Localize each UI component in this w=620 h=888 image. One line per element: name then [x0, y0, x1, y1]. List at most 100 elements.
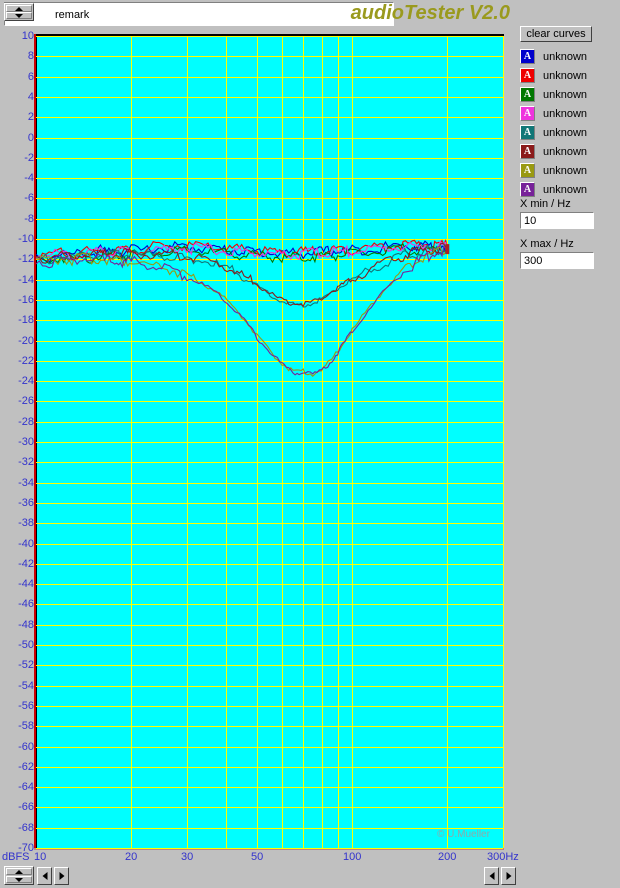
- x-min-label: X min / Hz: [520, 198, 571, 210]
- legend-row[interactable]: Aunknown: [520, 124, 616, 143]
- y-axis-tick-label: -28: [18, 415, 34, 428]
- curve-trace: [36, 246, 448, 377]
- legend-row[interactable]: Aunknown: [520, 143, 616, 162]
- curve-color-swatch[interactable]: A: [520, 68, 535, 83]
- y-scale-spinner-down[interactable]: [6, 876, 32, 883]
- y-axis-tick-label: -32: [18, 456, 34, 469]
- y-axis-tick-label: -30: [18, 436, 34, 448]
- y-axis-tick-label: -44: [18, 578, 34, 591]
- y-axis-tick-label: -2: [24, 151, 34, 164]
- x-axis-tick-label: 20: [125, 851, 138, 863]
- y-axis-tick-label: -34: [18, 476, 34, 489]
- y-axis-tick-label: -18: [18, 314, 34, 327]
- y-axis-tick-label: -54: [18, 679, 34, 692]
- y-axis-tick-label: -10: [18, 233, 34, 245]
- legend-label: unknown: [543, 108, 588, 120]
- audiotester-window: remark audioTester V2.0 © U.Mueller 10 8 6…: [0, 0, 620, 888]
- arrow-right-icon: [506, 872, 511, 880]
- y-axis-tick-label: -58: [18, 720, 34, 733]
- remark-spinner-up[interactable]: [6, 5, 32, 12]
- curve-color-swatch[interactable]: A: [520, 125, 535, 140]
- arrow-left-icon: [489, 872, 494, 880]
- copyright-text: © U.Mueller: [437, 829, 490, 840]
- curve-color-swatch[interactable]: A: [520, 106, 535, 121]
- y-axis-tick-label: -22: [18, 354, 34, 367]
- y-axis-tick-label: -12: [18, 253, 34, 266]
- gridline-horizontal: [36, 848, 503, 849]
- y-scale-spinner-up[interactable]: [6, 868, 32, 875]
- y-axis-tick-label: -48: [18, 618, 34, 631]
- y-axis-tick-label: -36: [18, 496, 34, 509]
- legend-label: unknown: [543, 184, 588, 196]
- chart-y-axis-title: dBFS: [2, 851, 30, 863]
- y-axis-tick-label: -24: [18, 375, 34, 388]
- y-scroll-left-button[interactable]: [37, 867, 52, 885]
- x-axis-tick-label: 100: [343, 851, 362, 863]
- clear-curves-button[interactable]: clear curves: [520, 26, 592, 42]
- x-scroll-right-button[interactable]: [501, 867, 516, 885]
- bottom-left-controls: [4, 866, 69, 886]
- y-axis-tick-label: -52: [18, 659, 34, 672]
- y-axis-tick-label: -38: [18, 517, 34, 530]
- y-axis-tick-label: -4: [24, 172, 34, 185]
- remark-text: remark: [55, 9, 90, 21]
- x-axis-tick-label: 200: [438, 851, 457, 863]
- x-scroll-left-button[interactable]: [484, 867, 499, 885]
- chart-plot-area[interactable]: © U.Mueller: [36, 36, 503, 849]
- y-axis-tick-label: 8: [27, 50, 34, 63]
- legend-label: unknown: [543, 146, 588, 158]
- chart-curves: [36, 239, 450, 377]
- remark-spinner[interactable]: [4, 3, 34, 21]
- legend-row[interactable]: Aunknown: [520, 86, 616, 105]
- y-axis-tick-label: -16: [18, 293, 34, 306]
- y-axis-tick-label: -42: [18, 557, 34, 570]
- legend-row[interactable]: Aunknown: [520, 67, 616, 86]
- remark-input[interactable]: remark: [4, 2, 394, 26]
- triangle-down-icon: [15, 14, 23, 18]
- legend-label: unknown: [543, 89, 588, 101]
- x-max-label: X max / Hz: [520, 238, 574, 250]
- y-scale-spinner[interactable]: [4, 866, 34, 885]
- y-axis-tick-label: 10: [21, 30, 34, 42]
- curve-color-swatch[interactable]: A: [520, 87, 535, 102]
- y-axis-tick-label: -20: [18, 334, 34, 347]
- legend-row[interactable]: Aunknown: [520, 105, 616, 124]
- curve-color-swatch[interactable]: A: [520, 182, 535, 197]
- x-max-input[interactable]: 300: [520, 252, 594, 269]
- y-axis-tick-label: 0: [27, 131, 34, 144]
- y-axis-tick-label: -60: [18, 740, 34, 753]
- curve-color-swatch[interactable]: A: [520, 144, 535, 159]
- x-axis-tick-label: 300Hz: [487, 851, 519, 863]
- y-axis-tick-label: -68: [18, 821, 34, 834]
- triangle-down-icon: [15, 878, 23, 882]
- x-axis-tick-label: 30: [181, 851, 194, 863]
- y-axis-tick-label: -62: [18, 760, 34, 773]
- toolbar: remark audioTester V2.0: [0, 0, 620, 28]
- legend-row[interactable]: Aunknown: [520, 162, 616, 181]
- curve-end-marker: [445, 244, 450, 255]
- y-axis-tick-label: -8: [24, 212, 34, 225]
- y-axis-tick-label: -66: [18, 801, 34, 814]
- right-panel: clear curves Aunknown Aunknown Aunknown Aun…: [508, 26, 620, 286]
- arrow-left-icon: [42, 872, 47, 880]
- y-axis-tick-label: 2: [27, 111, 34, 124]
- y-scroll-right-button[interactable]: [54, 867, 69, 885]
- triangle-up-icon: [15, 7, 23, 11]
- curve-color-swatch[interactable]: A: [520, 163, 535, 178]
- y-axis-tick-label: 6: [27, 70, 34, 83]
- bottom-right-controls: [484, 866, 518, 886]
- y-axis-tick-label: -64: [18, 781, 34, 794]
- legend-row[interactable]: Aunknown: [520, 48, 616, 67]
- x-min-input[interactable]: 10: [520, 212, 594, 229]
- y-axis-tick-label: -50: [18, 639, 34, 651]
- triangle-up-icon: [15, 870, 23, 874]
- x-axis-tick-label: 50: [251, 851, 264, 863]
- app-title: audioTester V2.0: [350, 2, 510, 24]
- curve-color-swatch[interactable]: A: [520, 49, 535, 64]
- remark-spinner-down[interactable]: [6, 12, 32, 19]
- legend-label: unknown: [543, 165, 588, 177]
- arrow-right-icon: [59, 872, 64, 880]
- y-axis-tick-label: -56: [18, 699, 34, 712]
- legend-label: unknown: [543, 127, 588, 139]
- legend-label: unknown: [543, 70, 588, 82]
